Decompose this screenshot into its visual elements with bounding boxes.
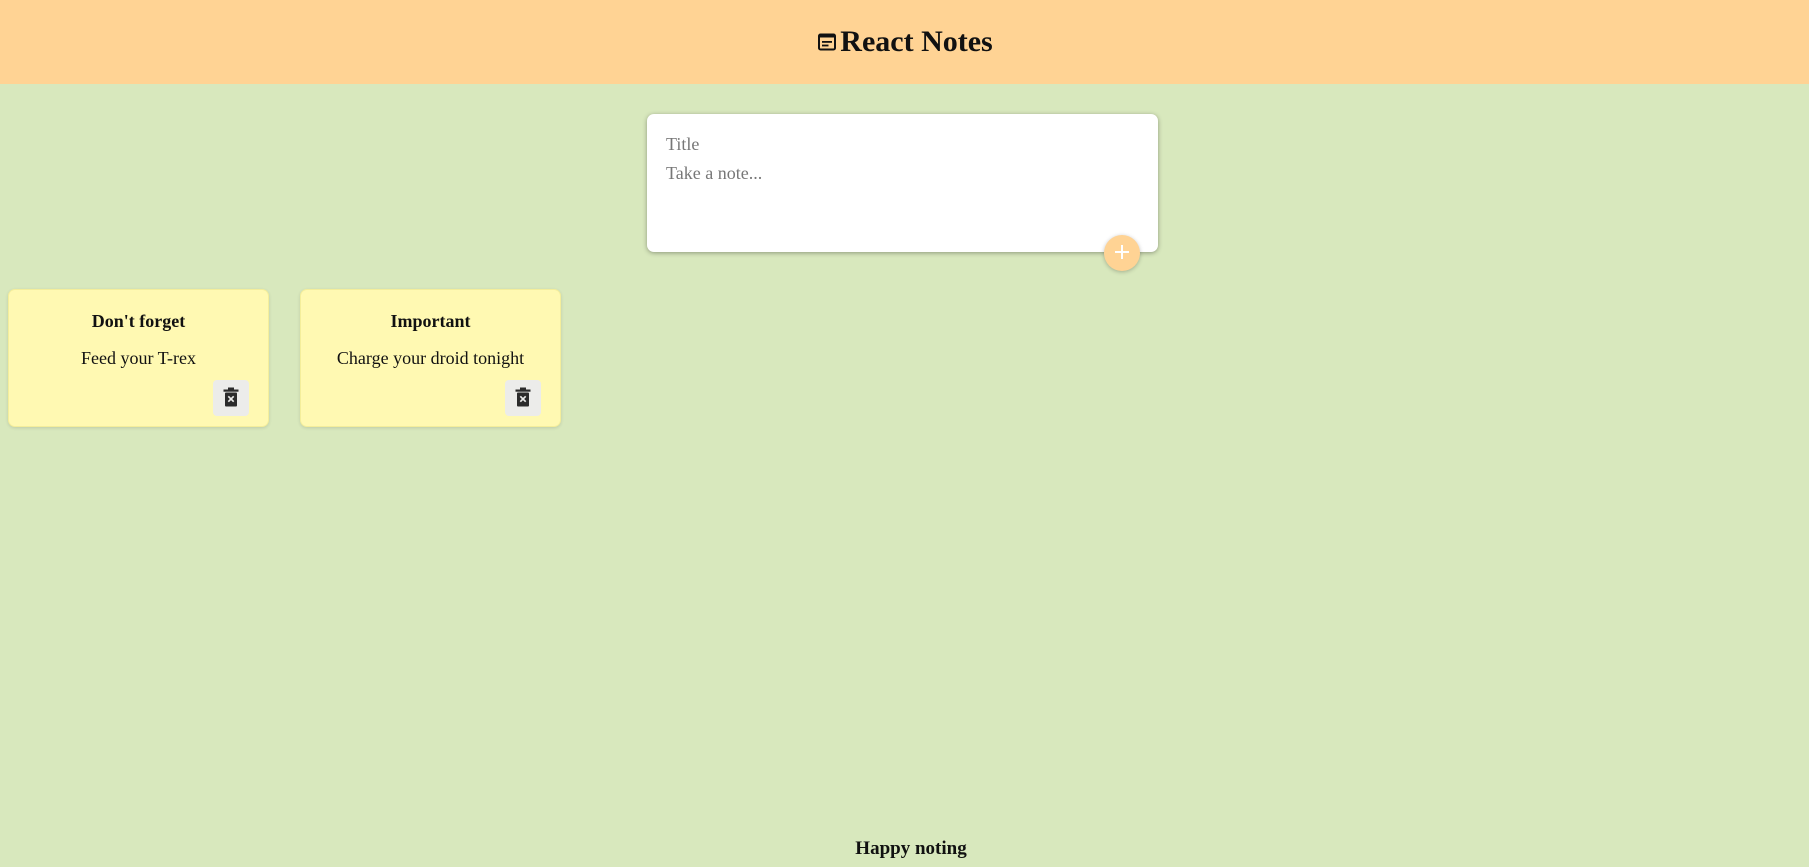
note-title: Important	[390, 311, 471, 331]
plus-icon	[1113, 243, 1131, 264]
note-content: Charge your droid tonight	[336, 348, 525, 368]
trash-icon	[515, 387, 531, 410]
app-title-text: React Notes	[840, 25, 993, 58]
trash-icon	[223, 387, 239, 410]
note-content-input[interactable]	[666, 162, 1139, 222]
footer-text: Happy noting	[855, 838, 967, 859]
note-content: Feed your T-rex	[81, 348, 196, 368]
note-composer	[647, 114, 1158, 252]
add-note-button[interactable]	[1104, 235, 1140, 271]
note-card: Important Charge your droid tonight	[300, 289, 561, 427]
delete-note-button[interactable]	[505, 380, 541, 416]
delete-note-button[interactable]	[213, 380, 249, 416]
app-title: React Notes	[816, 25, 993, 59]
note-title: Don't forget	[91, 311, 186, 331]
app-footer: Happy noting	[0, 838, 1809, 862]
note-icon	[816, 31, 838, 53]
note-card: Don't forget Feed your T-rex	[8, 289, 269, 427]
title-input[interactable]	[666, 132, 1139, 156]
app-header: React Notes	[0, 0, 1809, 84]
